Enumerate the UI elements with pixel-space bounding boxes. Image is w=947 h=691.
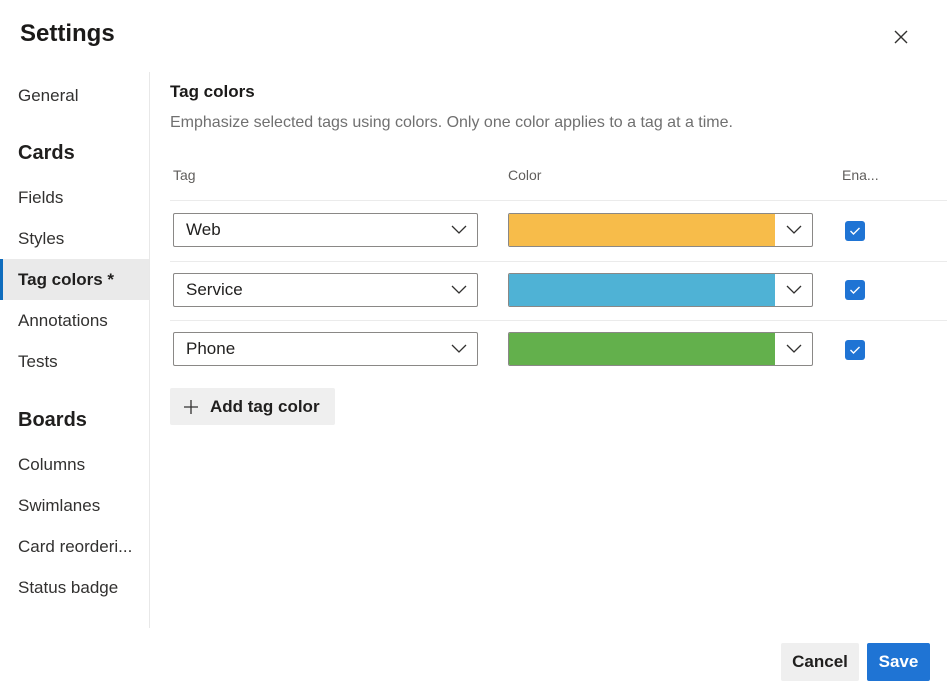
sidebar-item-label: Fields [18,187,64,207]
sidebar-item-label: Styles [18,228,65,248]
row-divider [170,320,947,321]
sidebar-item-label: Tag colors * [18,269,115,289]
color-dropdown[interactable] [508,213,813,247]
settings-sidebar: General Cards Fields Styles Tag colors *… [0,72,150,628]
chevron-down-icon [451,225,467,234]
add-tag-color-button[interactable]: Add tag color [170,388,335,425]
close-icon [894,30,908,44]
sidebar-item-label: Swimlanes [18,495,101,515]
color-dropdown[interactable] [508,332,813,366]
sidebar-item-annotations[interactable]: Annotations [0,300,149,341]
checkmark-icon [850,227,860,235]
save-button[interactable]: Save [867,643,930,681]
enabled-checkbox[interactable] [845,221,865,241]
sidebar-item-tests[interactable]: Tests [0,341,149,382]
sidebar-heading-cards: Cards [18,142,75,164]
sidebar-item-label: General [18,85,79,105]
enabled-checkbox[interactable] [845,280,865,300]
sidebar-item-label: Annotations [18,310,108,330]
sidebar-item-general[interactable]: General [0,75,149,116]
color-swatch [509,274,775,306]
sidebar-heading-boards: Boards [18,409,87,431]
row-divider [170,261,947,262]
chevron-down-icon [451,344,467,353]
sidebar-item-label: Tests [18,351,58,371]
enabled-checkbox[interactable] [845,340,865,360]
chevron-down-icon [786,225,802,234]
column-header-tag: Tag [173,167,196,183]
column-header-color: Color [508,167,542,183]
row-divider [170,200,947,201]
add-tag-color-label: Add tag color [210,396,320,416]
section-title: Tag colors [170,82,255,101]
color-swatch [509,333,775,365]
section-description: Emphasize selected tags using colors. On… [170,114,733,131]
color-swatch [509,214,775,246]
close-button[interactable] [886,22,916,52]
chevron-down-icon [786,285,802,294]
sidebar-item-fields[interactable]: Fields [0,177,149,218]
tag-value: Service [186,280,243,299]
sidebar-item-swimlanes[interactable]: Swimlanes [0,485,149,526]
tag-dropdown[interactable]: Web [173,213,478,247]
tag-value: Web [186,220,221,239]
sidebar-item-tag-colors[interactable]: Tag colors * [0,259,149,300]
tag-value: Phone [186,339,236,358]
sidebar-item-label: Status badge [18,577,119,597]
plus-icon [184,399,198,414]
sidebar-item-label: Columns [18,454,86,474]
chevron-down-icon [451,285,467,294]
chevron-down-icon [786,344,802,353]
sidebar-item-status-badge[interactable]: Status badge [0,567,149,608]
column-header-enabled: Ena... [842,167,879,183]
color-dropdown[interactable] [508,273,813,307]
tag-dropdown[interactable]: Service [173,273,478,307]
dialog-title: Settings [20,20,115,47]
checkmark-icon [850,346,860,354]
sidebar-item-label: Card reorderi... [18,536,133,556]
sidebar-item-card-reordering[interactable]: Card reorderi... [0,526,149,567]
sidebar-item-columns[interactable]: Columns [0,444,149,485]
cancel-button[interactable]: Cancel [781,643,859,681]
checkmark-icon [850,286,860,294]
tag-dropdown[interactable]: Phone [173,332,478,366]
sidebar-item-styles[interactable]: Styles [0,218,149,259]
